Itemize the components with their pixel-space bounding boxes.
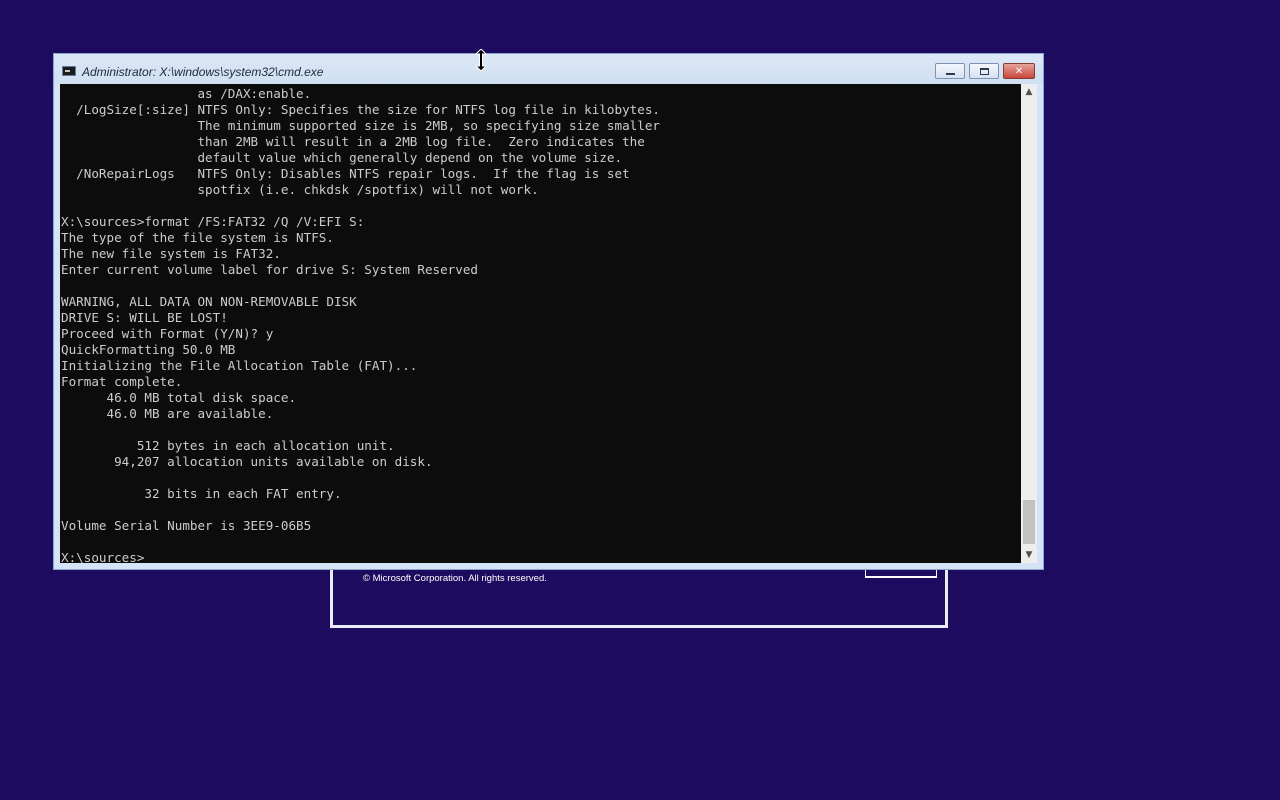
setup-dialog-button[interactable]	[865, 570, 937, 578]
console-line: 46.0 MB are available.	[61, 406, 274, 421]
console-output[interactable]: as /DAX:enable. /LogSize[:size] NTFS Onl…	[60, 84, 1021, 563]
cmd-window: Administrator: X:\windows\system32\cmd.e…	[53, 53, 1044, 570]
console-line: The type of the file system is NTFS.	[61, 230, 334, 245]
vertical-scrollbar[interactable]: ▲ ▼	[1021, 84, 1037, 563]
console-line: The minimum supported size is 2MB, so sp…	[61, 118, 660, 133]
console-line: than 2MB will result in a 2MB log file. …	[61, 134, 645, 149]
console-line: DRIVE S: WILL BE LOST!	[61, 310, 228, 325]
minimize-button[interactable]	[935, 63, 965, 79]
console-line: Proceed with Format (Y/N)? y	[61, 326, 274, 341]
console-line: default value which generally depend on …	[61, 150, 623, 165]
console-line: /NoRepairLogs NTFS Only: Disables NTFS r…	[61, 166, 630, 181]
console-line: Initializing the File Allocation Table (…	[61, 358, 418, 373]
console-line: X:\sources>format /FS:FAT32 /Q /V:EFI S:	[61, 214, 365, 229]
resize-vertical-cursor-icon	[476, 49, 486, 71]
console-line: The new file system is FAT32.	[61, 246, 281, 261]
window-title: Administrator: X:\windows\system32\cmd.e…	[82, 65, 324, 79]
maximize-icon	[979, 67, 989, 75]
console-line: 512 bytes in each allocation unit.	[61, 438, 395, 453]
console-line: as /DAX:enable.	[61, 86, 312, 101]
minimize-icon	[945, 72, 955, 75]
console-line: Format complete.	[61, 374, 183, 389]
console-line: WARNING, ALL DATA ON NON-REMOVABLE DISK	[61, 294, 357, 309]
console-line: X:\sources>	[61, 550, 145, 563]
desktop: © Microsoft Corporation. All rights rese…	[0, 0, 1280, 800]
console-line: QuickFormatting 50.0 MB	[61, 342, 236, 357]
scroll-down-icon[interactable]: ▼	[1021, 547, 1037, 563]
console-line: spotfix (i.e. chkdsk /spotfix) will not …	[61, 182, 539, 197]
cmd-icon[interactable]	[62, 66, 76, 76]
console-line: /LogSize[:size] NTFS Only: Specifies the…	[61, 102, 660, 117]
console-line: Volume Serial Number is 3EE9-06B5	[61, 518, 312, 533]
close-button[interactable]: ✕	[1003, 63, 1035, 79]
scroll-up-icon[interactable]: ▲	[1021, 84, 1037, 100]
scroll-thumb[interactable]	[1023, 500, 1035, 544]
setup-copyright: © Microsoft Corporation. All rights rese…	[363, 573, 547, 584]
console-line: Enter current volume label for drive S: …	[61, 262, 479, 277]
console-line: 94,207 allocation units available on dis…	[61, 454, 433, 469]
console-line: 46.0 MB total disk space.	[61, 390, 297, 405]
close-icon: ✕	[1014, 65, 1024, 77]
maximize-button[interactable]	[969, 63, 999, 79]
console-text: as /DAX:enable. /LogSize[:size] NTFS Onl…	[60, 84, 1021, 563]
title-bar[interactable]: Administrator: X:\windows\system32\cmd.e…	[54, 54, 1043, 84]
console-line: 32 bits in each FAT entry.	[61, 486, 342, 501]
